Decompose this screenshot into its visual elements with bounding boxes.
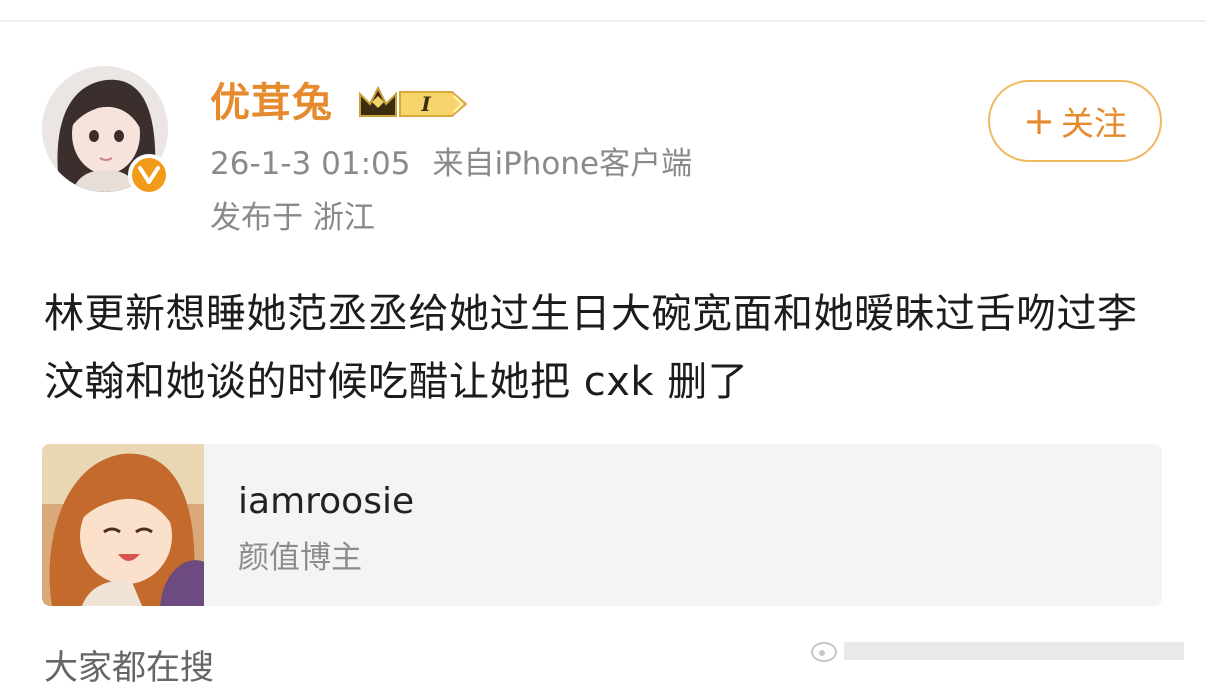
post-timestamp: 26-1-3 01:05	[210, 146, 411, 182]
post-meta: 26-1-3 01:05 来自iPhone客户端	[210, 144, 692, 184]
top-divider	[0, 20, 1206, 22]
badge-level: I	[420, 92, 431, 116]
card-title: iamroosie	[238, 481, 415, 522]
author-name[interactable]: 优茸兔	[210, 78, 333, 128]
card-subtitle: 颜值博主	[238, 540, 362, 576]
plus-icon: +	[1023, 99, 1055, 143]
post-source: 来自iPhone客户端	[432, 146, 693, 182]
weibo-watermark-icon	[811, 642, 1184, 662]
trending-search-label[interactable]: 大家都在搜	[44, 646, 214, 690]
card-thumbnail	[42, 444, 204, 606]
follow-button[interactable]: + 关注	[988, 80, 1162, 162]
follow-label: 关注	[1060, 104, 1127, 143]
member-crown-badge-icon: I	[359, 85, 468, 117]
verified-badge-icon	[128, 154, 170, 196]
post-body-text: 林更新想睡她范丞丞给她过生日大碗宽面和她暧昧过舌吻过李汶翰和她谈的时候吃醋让她把…	[44, 291, 1138, 405]
linked-profile-card[interactable]: iamroosie 颜值博主	[42, 444, 1162, 606]
post-location: 发布于 浙江	[210, 200, 375, 236]
